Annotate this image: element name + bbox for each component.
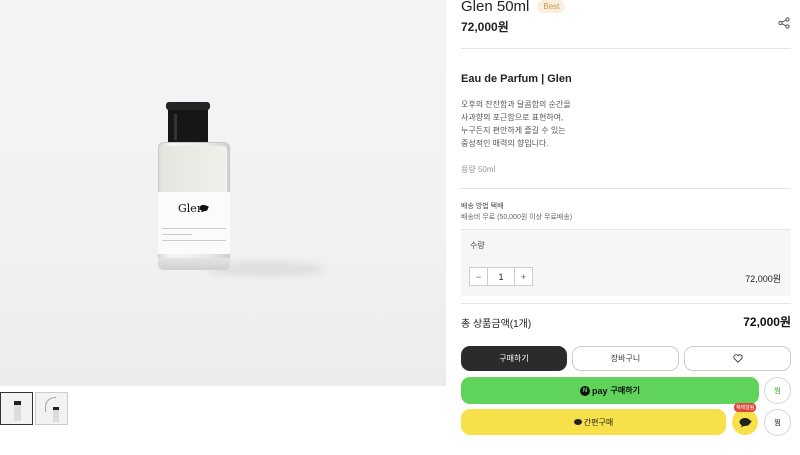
divider: [461, 188, 791, 189]
label-line: [162, 234, 192, 235]
product-volume: 용량 50ml: [461, 165, 496, 174]
product-main-image: Glen: [0, 0, 446, 386]
description-line: 중성적인 매력의 향입니다.: [461, 139, 549, 148]
description-line: 사과향의 포근함으로 표현하여,: [461, 113, 564, 122]
thumbnail-1[interactable]: [0, 392, 33, 425]
svg-text:+: +: [749, 419, 752, 425]
quantity-plus-button[interactable]: +: [515, 268, 532, 285]
divider: [461, 303, 791, 304]
quantity-input[interactable]: 1: [487, 268, 515, 285]
perfume-bottle: Glen: [158, 142, 230, 270]
kakao-chat-button[interactable]: +: [732, 409, 758, 435]
shipping-fee: 배송비 무료 (50,000원 이상 무료배송): [461, 214, 573, 221]
kakao-buy-label: 간편구매: [583, 417, 614, 427]
quantity-minus-button[interactable]: −: [470, 268, 487, 285]
bottle-cap: [166, 102, 210, 144]
title-row: Glen 50ml Best: [461, 0, 566, 15]
kakao-alert-badge: 혜택알림: [734, 403, 757, 412]
kakao-jjim-button[interactable]: 찜: [764, 409, 791, 436]
total-price: 72,000원: [743, 315, 791, 329]
product-subtitle: Eau de Parfum | Glen: [461, 73, 572, 85]
chat-bubble-icon: +: [739, 417, 752, 427]
share-icon[interactable]: [778, 17, 790, 29]
quantity-box: 수량 − 1 + 72,000원: [461, 229, 791, 296]
wishlist-button[interactable]: [684, 346, 791, 371]
thumbnail-list: [0, 392, 68, 425]
thumbnail-bottle: [14, 401, 21, 421]
description-line: 누구든지 편안하게 즐길 수 있는: [461, 126, 566, 135]
quantity-price: 72,000원: [745, 274, 781, 284]
naver-pay-button[interactable]: N pay 구매하기: [461, 377, 759, 404]
thumbnail-bottle: [53, 407, 59, 422]
total-label: 총 상품금액(1개): [461, 319, 532, 330]
description-line: 오후의 잔잔함과 달콤함의 순간을: [461, 100, 571, 109]
naver-jjim-button[interactable]: 찜: [764, 377, 791, 404]
heart-icon: [732, 354, 743, 363]
bottle-label: Glen: [158, 192, 230, 254]
kakao-bubble-icon: [573, 419, 582, 425]
product-description: 오후의 잔잔함과 달콤함의 순간을 사과향의 포근함으로 표현하여, 누구든지 …: [461, 98, 571, 150]
divider: [461, 48, 791, 49]
thumbnail-2[interactable]: [35, 392, 68, 425]
product-price: 72,000원: [461, 20, 509, 34]
naver-n-icon: N: [580, 385, 591, 396]
best-badge: Best: [537, 0, 566, 13]
quantity-label: 수량: [470, 241, 485, 250]
buy-button[interactable]: 구매하기: [461, 346, 567, 371]
shipping-method: 배송 방법 택배: [461, 203, 504, 210]
bottle-liquid: [161, 146, 227, 192]
naver-pay-label: pay: [592, 385, 608, 396]
bottle-base: [158, 258, 230, 270]
quantity-stepper: − 1 +: [469, 267, 533, 286]
product-title: Glen 50ml: [461, 0, 530, 15]
label-line: [162, 240, 226, 241]
naver-buy-label: 구매하기: [610, 386, 640, 395]
label-line: [162, 228, 226, 229]
kakao-buy-button[interactable]: 간편구매: [461, 409, 726, 435]
cart-button[interactable]: 장바구니: [572, 346, 679, 371]
